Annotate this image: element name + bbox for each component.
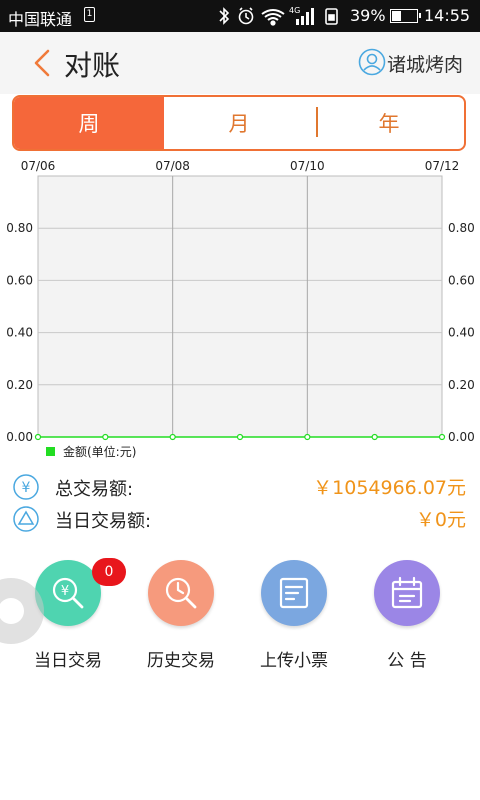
data-point <box>438 433 446 441</box>
network-type: 4G <box>289 6 300 15</box>
chevron-left-icon[interactable] <box>26 46 60 80</box>
y-tick-label-left: 0.00 <box>6 430 33 444</box>
notice-circle[interactable] <box>374 560 440 626</box>
plot-area <box>37 175 443 438</box>
total-amount-label: 总交易额: <box>55 479 134 500</box>
x-tick-label: 07/12 <box>425 159 460 173</box>
x-tick-label: 07/08 <box>155 159 190 173</box>
signal-icon: 4G <box>289 6 314 25</box>
today-amount-label: 当日交易额: <box>55 511 152 532</box>
y-tick-label-left: 0.40 <box>6 326 33 340</box>
svg-text:¥: ¥ <box>61 584 69 599</box>
tab-week[interactable]: 周 <box>14 97 164 149</box>
today-transactions-label: 当日交易 <box>34 651 102 671</box>
chart-svg: 0.00 0.00 0.20 0.20 0.40 0.40 0.60 0.60 0.80 0.80… <box>6 159 475 459</box>
yen-search-icon: ¥ <box>52 577 84 609</box>
alarm-icon <box>238 7 254 25</box>
status-bar: 中国联通 1 4G 39% 14:55 <box>0 0 480 32</box>
receipt-icon <box>279 577 309 609</box>
legend-label: 金额(单位:元) <box>63 444 136 459</box>
y-tick-label-right: 0.20 <box>448 378 475 392</box>
data-point <box>304 433 311 441</box>
today-amount-value: ￥0元 <box>415 509 466 531</box>
y-tick-label-left: 0.80 <box>6 221 33 235</box>
battery-percent: 39% <box>350 6 386 25</box>
total-amount-value: ￥1054966.07元 <box>313 477 466 499</box>
clock-search-icon <box>165 577 197 609</box>
y-tick-label-right: 0.60 <box>448 273 475 287</box>
data-point <box>34 433 42 441</box>
status-icons: 4G <box>219 6 338 26</box>
data-point <box>236 433 244 441</box>
history-transactions-button[interactable]: 历史交易 <box>131 560 231 671</box>
data-point <box>102 433 109 441</box>
yen-circle-icon: ¥ <box>13 474 39 500</box>
battery-icon <box>390 9 421 23</box>
x-tick-label: 07/10 <box>290 159 325 173</box>
tab-divider <box>316 107 318 137</box>
triangle-circle-icon <box>13 506 39 532</box>
data-point <box>371 433 378 441</box>
tab-year[interactable]: 年 <box>314 97 464 149</box>
tab-month[interactable]: 月 <box>164 97 314 149</box>
today-amount-row: 当日交易额: ￥0元 <box>0 503 480 535</box>
notice-label: 公 告 <box>387 651 427 671</box>
calendar-notice-icon <box>391 576 423 609</box>
unread-badge: 0 <box>92 558 126 586</box>
y-tick-label-right: 0.00 <box>448 430 475 444</box>
user-name[interactable]: 诸城烤肉 <box>387 50 463 77</box>
y-tick-label-left: 0.20 <box>6 378 33 392</box>
bluetooth-icon <box>219 7 230 25</box>
upload-receipt-circle[interactable] <box>261 560 327 626</box>
user-circle-icon[interactable] <box>358 48 386 76</box>
x-tick-label: 07/06 <box>21 159 56 173</box>
upload-receipt-label: 上传小票 <box>260 651 328 671</box>
total-amount-row: ¥ 总交易额: ￥1054966.07元 <box>0 471 480 503</box>
legend-swatch <box>46 447 55 456</box>
sim-icon: 1 <box>84 7 95 22</box>
transaction-chart: 0.00 0.00 0.20 0.20 0.40 0.40 0.60 0.60 0.80 0.80… <box>0 152 480 468</box>
history-transactions-circle[interactable] <box>148 560 214 626</box>
notice-button[interactable]: 公 告 <box>357 560 457 671</box>
y-tick-label-right: 0.40 <box>448 326 475 340</box>
carrier-name: 中国联通 <box>8 10 73 29</box>
history-transactions-label: 历史交易 <box>147 651 215 671</box>
y-tick-label-left: 0.60 <box>6 273 33 287</box>
app-header: 对账 诸城烤肉 <box>0 32 480 94</box>
lock-screen-icon <box>325 8 338 25</box>
upload-receipt-button[interactable]: 上传小票 <box>244 560 344 671</box>
y-tick-label-right: 0.80 <box>448 221 475 235</box>
page-title: 对账 <box>64 49 121 82</box>
svg-text:¥: ¥ <box>22 480 31 496</box>
wifi-icon <box>261 9 285 26</box>
clock: 14:55 <box>424 6 471 25</box>
period-tabs: 周 月 年 <box>12 95 466 151</box>
data-point <box>169 433 176 441</box>
